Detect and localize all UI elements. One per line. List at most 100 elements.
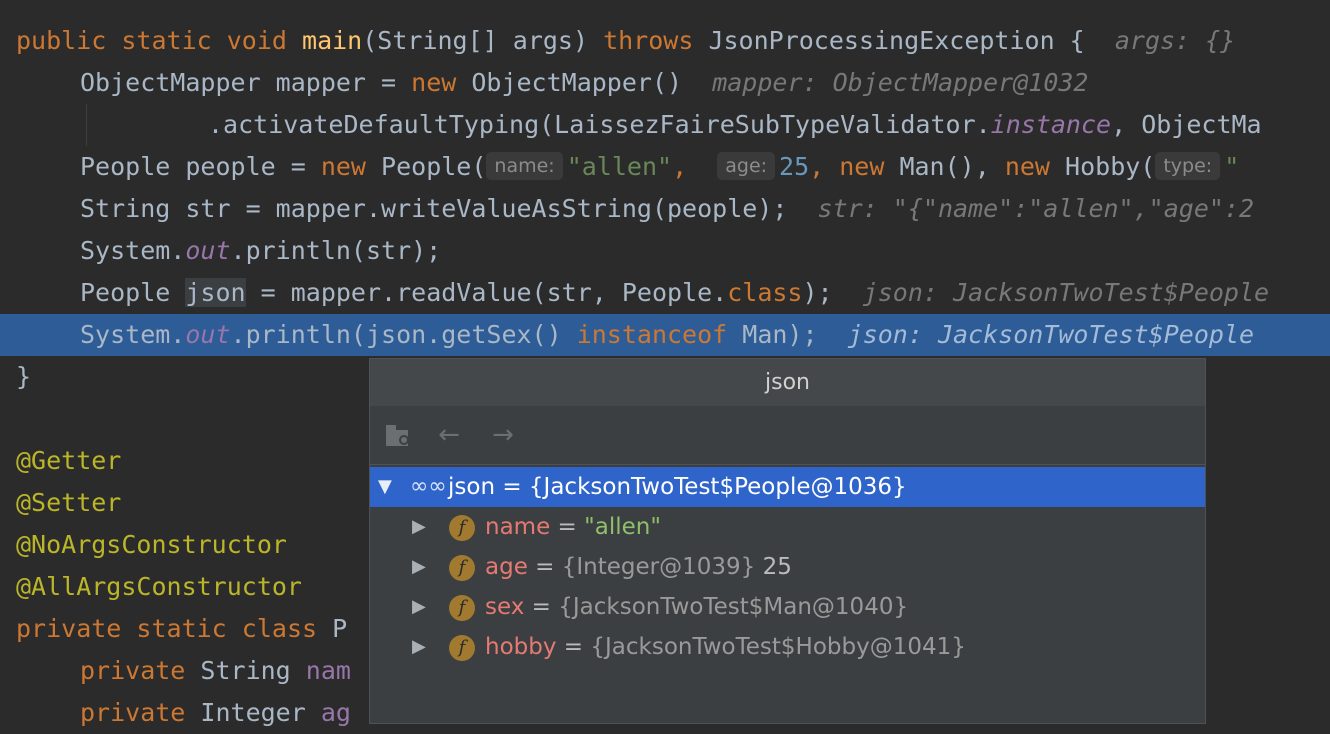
code-line[interactable]: System.out.println(str); xyxy=(0,230,1330,272)
code-text: System. xyxy=(80,236,186,265)
expand-triangle-icon[interactable]: ▶ xyxy=(412,587,426,627)
keyword: public xyxy=(16,26,107,55)
code-text: (String[] args) xyxy=(362,26,604,55)
comma: , xyxy=(672,152,703,181)
code-text: Man); xyxy=(727,320,818,349)
annotation: @AllArgsConstructor xyxy=(16,572,302,601)
code-text: Integer xyxy=(185,698,321,727)
code-text: People( xyxy=(365,152,487,181)
keyword: new xyxy=(1004,152,1050,181)
field-value: {JacksonTwoTest$Man@1040} xyxy=(558,594,909,620)
equals-sign: = xyxy=(550,514,585,540)
parameter-hint: type: xyxy=(1155,152,1221,180)
comma: , xyxy=(809,152,840,181)
code-text: } xyxy=(16,362,32,391)
code-text: String str = mapper.writeValueAsString(p… xyxy=(80,194,788,223)
code-text: .println(str); xyxy=(230,236,442,265)
expand-triangle-icon[interactable]: ▶ xyxy=(412,547,426,587)
code-text: .println(json.getSex() xyxy=(230,320,577,349)
field-name: name xyxy=(485,514,551,540)
root-value-text: json = {JacksonTwoTest$People@1036} xyxy=(448,474,907,500)
keyword: new xyxy=(320,152,366,181)
popup-toolbar: ← → xyxy=(370,406,1205,464)
keyword: throws xyxy=(603,26,694,55)
code-text: P xyxy=(317,614,348,643)
code-text: ); xyxy=(802,278,833,307)
code-text: .activateDefaultTyping(LaissezFaireSubTy… xyxy=(208,110,991,139)
code-text: = mapper.readValue(str, People. xyxy=(245,278,728,307)
keyword: static xyxy=(136,614,227,643)
debug-value-popup[interactable]: json ← → ▼ ∞∞ json = {JacksonTwoTest$Peo… xyxy=(369,358,1206,724)
field-name: ag xyxy=(320,698,351,727)
collapse-triangle-icon[interactable]: ▼ xyxy=(378,467,392,507)
tree-row[interactable]: ▶ f name = "allen" xyxy=(370,507,1205,547)
code-line[interactable]: People json = mapper.readValue(str, Peop… xyxy=(0,272,1330,314)
annotation: @NoArgsConstructor xyxy=(16,530,287,559)
keyword: class xyxy=(727,278,803,307)
field-icon: f xyxy=(449,515,475,541)
field-icon: f xyxy=(449,635,475,661)
code-line[interactable]: People people = new People(name: "allen",… xyxy=(0,146,1330,188)
code-line[interactable]: public static void main(String[] args) t… xyxy=(0,20,1330,62)
arrow-left-icon[interactable]: ← xyxy=(434,420,464,450)
field-extra: 25 xyxy=(755,554,792,580)
divider xyxy=(370,464,1205,465)
code-text: Hobby( xyxy=(1049,152,1156,181)
string-literal: " xyxy=(1224,152,1240,181)
code-line[interactable]: .activateDefaultTyping(LaissezFaireSubTy… xyxy=(0,104,1330,146)
highlighted-identifier[interactable]: json xyxy=(185,278,246,307)
keyword: static xyxy=(121,26,212,55)
keyword: class xyxy=(241,614,318,643)
keyword: void xyxy=(226,26,287,55)
popup-title: json xyxy=(370,359,1205,406)
code-line[interactable]: String str = mapper.writeValueAsString(p… xyxy=(0,188,1330,230)
tree-row[interactable]: ▶ f age = {Integer@1039} 25 xyxy=(370,547,1205,587)
equals-sign: = xyxy=(524,594,559,620)
code-text: Man(), xyxy=(884,152,1005,181)
number-literal: 25 xyxy=(779,152,810,181)
field-icon: f xyxy=(449,555,475,581)
current-execution-line[interactable]: System.out.println(json.getSex() instanc… xyxy=(0,314,1330,356)
glasses-icon: ∞∞ xyxy=(410,474,447,499)
debug-inline-value: mapper: ObjectMapper@1032 xyxy=(712,68,1089,97)
equals-sign: = xyxy=(556,634,591,660)
code-text: ObjectMapper mapper = xyxy=(80,68,412,97)
code-text: , ObjectMa xyxy=(1111,110,1262,139)
field-icon: f xyxy=(449,595,475,621)
static-field: instance xyxy=(990,110,1112,139)
tree-row[interactable]: ▶ f sex = {JacksonTwoTest$Man@1040} xyxy=(370,587,1205,627)
field-name: hobby xyxy=(485,634,557,660)
keyword: private xyxy=(16,614,122,643)
static-field: out xyxy=(185,236,231,265)
method-name: main xyxy=(302,26,363,55)
debug-inline-value: args: {} xyxy=(1114,26,1236,55)
tree-row[interactable]: ▶ f hobby = {JacksonTwoTest$Hobby@1041} xyxy=(370,627,1205,667)
code-text: People people = xyxy=(80,152,321,181)
code-line[interactable]: ObjectMapper mapper = new ObjectMapper()… xyxy=(0,62,1330,104)
field-value: {Integer@1039} xyxy=(561,554,756,580)
equals-sign: = xyxy=(527,554,562,580)
expand-triangle-icon[interactable]: ▶ xyxy=(412,507,426,547)
parameter-hint: age: xyxy=(717,152,776,180)
keyword: private xyxy=(80,656,186,685)
field-name: sex xyxy=(485,594,525,620)
code-text: JsonProcessingException { xyxy=(693,26,1085,55)
keyword: new xyxy=(839,152,885,181)
code-text: ObjectMapper() xyxy=(456,68,683,97)
keyword: private xyxy=(80,698,186,727)
static-field: out xyxy=(185,320,231,349)
expand-triangle-icon[interactable]: ▶ xyxy=(412,627,426,667)
tree-root-row[interactable]: ▼ ∞∞ json = {JacksonTwoTest$People@1036} xyxy=(370,467,1205,507)
code-text: System. xyxy=(80,320,186,349)
field-name: age xyxy=(485,554,528,580)
keyword: instanceof xyxy=(576,320,728,349)
arrow-right-icon[interactable]: → xyxy=(488,420,518,450)
code-text: String xyxy=(185,656,306,685)
field-value: {JacksonTwoTest$Hobby@1041} xyxy=(590,634,966,660)
debug-inline-value: json: JacksonTwoTest$People xyxy=(847,320,1255,349)
annotation: @Getter xyxy=(16,446,122,475)
object-group-icon[interactable] xyxy=(384,420,414,450)
field-name: nam xyxy=(305,656,351,685)
debug-inline-value: str: "{"name":"allen","age":2 xyxy=(817,194,1255,223)
parameter-hint: name: xyxy=(486,152,563,180)
